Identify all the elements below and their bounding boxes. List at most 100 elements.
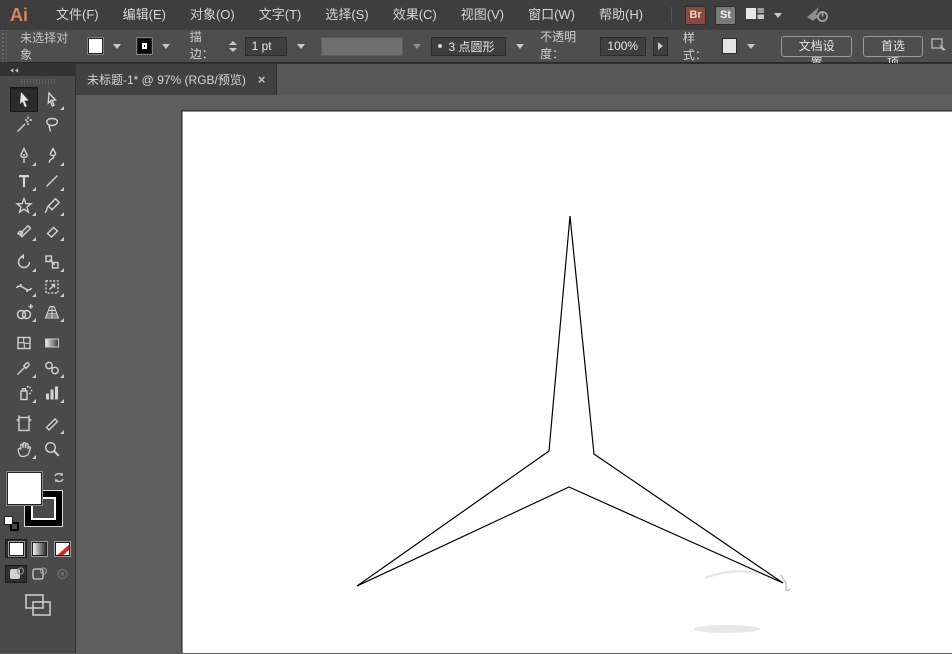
flyout-indicator-icon xyxy=(32,293,36,297)
tab-close-icon[interactable]: × xyxy=(258,73,266,86)
flyout-indicator-icon xyxy=(32,237,36,241)
flyout-indicator-icon xyxy=(60,187,64,191)
document-tab-bar: 未标题-1* @ 97% (RGB/预览) × xyxy=(76,63,952,95)
tool-width[interactable] xyxy=(10,274,38,299)
tool-rotate[interactable] xyxy=(10,249,38,274)
tool-column-graph[interactable] xyxy=(38,380,66,405)
stroke-weight-field[interactable]: 1 pt xyxy=(245,37,287,56)
tool-hand[interactable] xyxy=(10,436,38,461)
control-panel: 未选择对象 描边： 1 pt 3 点圆形 不透明度： 100% 样式： 文档设置… xyxy=(0,30,952,63)
tool-selection[interactable] xyxy=(10,87,38,112)
paint-style-buttons xyxy=(5,539,75,558)
tool-curvature[interactable] xyxy=(38,143,66,168)
default-colors-icon[interactable] xyxy=(4,516,19,531)
document-area: 未标题-1* @ 97% (RGB/预览) × xyxy=(76,63,952,653)
bridge-button[interactable]: Br xyxy=(685,6,706,25)
fill-well[interactable] xyxy=(7,472,42,505)
gradient-icon xyxy=(42,333,62,353)
flyout-indicator-icon xyxy=(32,374,36,378)
flyout-indicator-icon xyxy=(32,187,36,191)
opacity-expand-button[interactable] xyxy=(653,37,667,56)
stroke-color-chevron-icon[interactable] xyxy=(159,38,173,54)
tool-perspective-grid[interactable] xyxy=(38,299,66,324)
stroke-color-swatch[interactable] xyxy=(137,38,151,54)
tool-magic-wand[interactable] xyxy=(10,112,38,137)
tool-eyedropper[interactable] xyxy=(10,355,38,380)
control-panel-grip[interactable] xyxy=(0,30,7,62)
flyout-indicator-icon xyxy=(60,237,64,241)
selection-status: 未选择对象 xyxy=(20,29,73,63)
direct-selection-icon xyxy=(42,90,62,110)
width-profile-dropdown xyxy=(321,37,403,56)
workspace-switcher-icon[interactable] xyxy=(745,6,765,24)
tool-type[interactable] xyxy=(10,168,38,193)
slice-icon xyxy=(42,414,62,434)
hand-icon xyxy=(14,439,34,459)
screen-mode-button[interactable] xyxy=(22,592,54,623)
menu-edit[interactable]: 编辑(E) xyxy=(111,0,178,30)
menu-object[interactable]: 对象(O) xyxy=(178,0,247,30)
control-panel-menu-icon[interactable] xyxy=(930,37,948,56)
tool-pen[interactable] xyxy=(10,143,38,168)
tool-artboard[interactable] xyxy=(10,411,38,436)
column-graph-icon xyxy=(42,383,62,403)
draw-normal-button[interactable] xyxy=(5,565,27,583)
tool-line-segment[interactable] xyxy=(38,168,66,193)
brush-chevron-icon[interactable] xyxy=(513,38,527,54)
tool-free-transform[interactable] xyxy=(38,274,66,299)
tool-eraser[interactable] xyxy=(38,218,66,243)
style-chevron-icon[interactable] xyxy=(744,38,758,54)
flyout-indicator-icon xyxy=(60,268,64,272)
stock-button[interactable]: St xyxy=(715,6,736,25)
artboard-icon xyxy=(14,414,34,434)
menu-select[interactable]: 选择(S) xyxy=(313,0,380,30)
document-tab[interactable]: 未标题-1* @ 97% (RGB/预览) × xyxy=(76,64,277,95)
swap-fill-stroke-icon[interactable] xyxy=(52,471,66,489)
tool-gradient[interactable] xyxy=(38,330,66,355)
tools-panel-header[interactable]: ◄◄ xyxy=(0,63,75,76)
tools-panel-grip[interactable] xyxy=(0,76,75,87)
opacity-panel-link[interactable]: 不透明度： xyxy=(540,28,593,64)
cs-live-sync-icon[interactable] xyxy=(805,5,831,26)
color-mode-button[interactable] xyxy=(5,539,27,558)
tool-lasso[interactable] xyxy=(38,112,66,137)
gradient-mode-button[interactable] xyxy=(28,539,50,558)
menu-type[interactable]: 文字(T) xyxy=(247,0,314,30)
fill-color-swatch[interactable] xyxy=(88,38,102,54)
tools-collapse-icon[interactable]: ◄◄ xyxy=(9,66,18,74)
tool-symbol-sprayer[interactable] xyxy=(10,380,38,405)
document-setup-button[interactable]: 文档设置 xyxy=(781,36,852,57)
selection-icon xyxy=(14,90,34,110)
tools-panel: ◄◄ xyxy=(0,63,76,653)
menubar-divider xyxy=(671,7,672,23)
menu-view[interactable]: 视图(V) xyxy=(449,0,516,30)
menu-help[interactable]: 帮助(H) xyxy=(587,0,655,30)
width-profile-chevron-icon xyxy=(410,38,424,54)
style-swatch[interactable] xyxy=(722,38,737,54)
menu-file[interactable]: 文件(F) xyxy=(44,0,111,30)
opacity-field[interactable]: 100% xyxy=(600,37,646,56)
tool-pencil[interactable] xyxy=(10,218,38,243)
menu-window[interactable]: 窗口(W) xyxy=(516,0,587,30)
none-mode-button[interactable] xyxy=(51,539,73,558)
tool-blend[interactable] xyxy=(38,355,66,380)
canvas-viewport[interactable] xyxy=(76,95,952,653)
stroke-weight-chevron-icon[interactable] xyxy=(294,38,308,54)
brush-definition-field[interactable]: 3 点圆形 xyxy=(431,37,505,56)
workspace-chevron-icon[interactable] xyxy=(774,13,782,18)
style-label: 样式： xyxy=(683,29,715,63)
menu-effect[interactable]: 效果(C) xyxy=(381,0,449,30)
tool-zoom[interactable] xyxy=(38,436,66,461)
stroke-weight-stepper[interactable] xyxy=(229,41,238,52)
tool-shape-builder[interactable] xyxy=(10,299,38,324)
fill-color-chevron-icon[interactable] xyxy=(110,38,124,54)
tool-mesh[interactable] xyxy=(10,330,38,355)
draw-behind-button[interactable] xyxy=(28,565,50,583)
tool-paintbrush[interactable] xyxy=(38,193,66,218)
tool-direct-selection[interactable] xyxy=(38,87,66,112)
stroke-panel-link[interactable]: 描边： xyxy=(190,28,222,64)
tool-star-shape[interactable] xyxy=(10,193,38,218)
tool-scale[interactable] xyxy=(38,249,66,274)
preferences-button[interactable]: 首选项 xyxy=(863,36,923,57)
tool-slice[interactable] xyxy=(38,411,66,436)
